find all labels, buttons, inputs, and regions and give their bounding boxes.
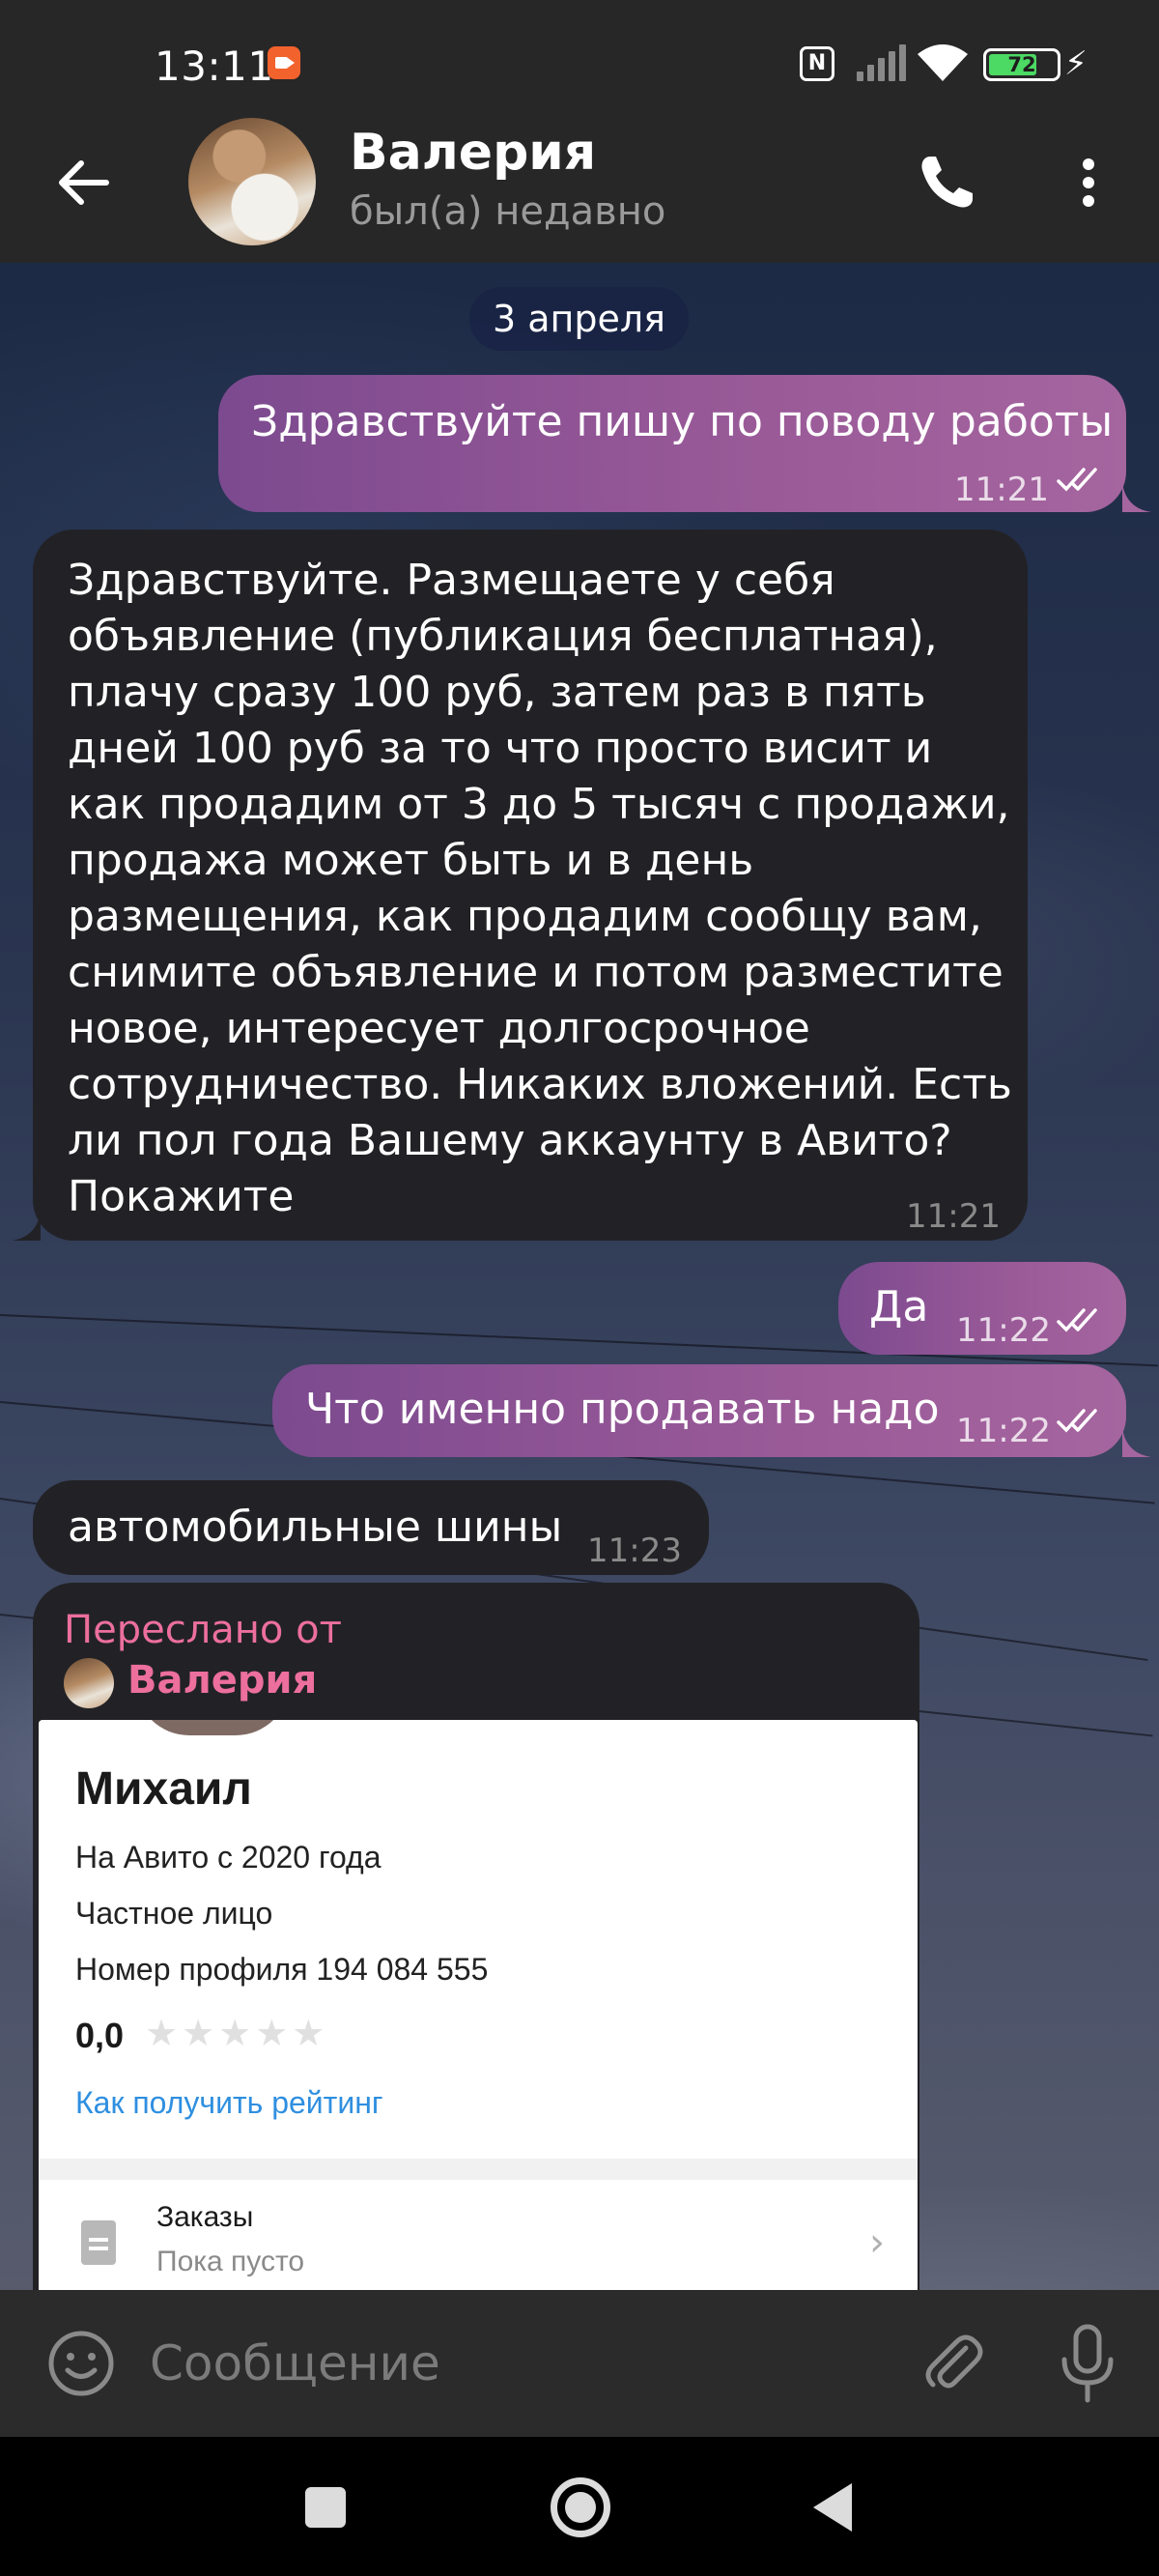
attach-icon[interactable] [918,2327,989,2398]
profile-photo [135,1720,290,1735]
message-bubble-incoming[interactable]: Здравствуйте. Размещаете у себя объявлен… [33,530,1028,1241]
battery-icon: 72 [983,48,1060,81]
nfc-icon: N [800,46,834,81]
forwarded-avatar [64,1658,114,1708]
message-time: 11:22 [956,1311,1051,1350]
system-nav-bar [0,2437,1159,2576]
message-bubble-outgoing[interactable]: Да 11:22 [838,1262,1126,1355]
message-bubble-outgoing[interactable]: Здравствуйте пишу по поводу работы 11:21 [218,375,1126,512]
rating-link: Как получить рейтинг [75,2085,383,2120]
bubble-tail [1122,483,1151,512]
profile-since: На Авито с 2020 года [75,1840,382,1875]
profile-type: Частное лицо [75,1896,273,1931]
signal-icon [855,44,906,81]
message-time: 11:21 [954,471,1049,509]
screen-record-icon [268,46,300,79]
message-text: Здравствуйте пишу по поводу работы [251,397,1114,446]
forwarded-screenshot[interactable]: Михаил На Авито с 2020 года Частное лицо… [39,1720,918,2290]
forwarded-from[interactable]: Валерия [127,1658,317,1703]
double-check-icon [1057,468,1097,492]
back-arrow-icon[interactable] [50,149,118,216]
message-text: Да [869,1282,929,1331]
charging-icon: ⚡ [1064,44,1088,83]
message-bubble-outgoing[interactable]: Что именно продавать надо 11:22 [272,1364,1126,1457]
message-time: 11:22 [956,1412,1051,1450]
profile-rating: 0,0 [75,2016,125,2055]
message-text: Здравствуйте. Размещаете у себя объявлен… [68,556,1012,1221]
profile-name: Михаил [75,1763,252,1815]
rating-stars-icon: ★★★★★ [145,2012,329,2054]
message-time: 11:23 [587,1531,682,1570]
emoji-icon[interactable] [46,2329,116,2398]
message-input-bar [0,2290,1159,2437]
profile-number: Номер профиля 194 084 555 [75,1952,489,1987]
bubble-tail [12,1212,41,1241]
status-time: 13:11 [155,43,274,90]
home-icon[interactable] [551,2477,610,2537]
chevron-right-icon: › [869,2220,885,2265]
double-check-icon [1057,1308,1097,1332]
phone-icon[interactable] [913,149,980,216]
battery-percent: 72 [1007,53,1036,76]
message-bubble-incoming[interactable]: автомобильные шины 11:23 [33,1480,709,1575]
orders-status: Пока пусто [156,2246,305,2277]
message-input[interactable] [150,2325,884,2402]
divider [39,2159,918,2180]
back-triangle-icon[interactable] [813,2483,852,2532]
date-separator: 3 апреля [469,287,690,351]
message-time: 11:21 [906,1197,1001,1236]
forwarded-label: Переслано от [64,1608,342,1652]
recents-icon[interactable] [305,2487,346,2528]
chat-header: Валерия был(а) недавно [0,106,1159,263]
more-vertical-icon[interactable] [1072,149,1105,216]
forwarded-message[interactable]: Переслано от Валерия Михаил На Авито с 2… [33,1583,919,2290]
microphone-icon[interactable] [1057,2323,1118,2404]
contact-status: был(а) недавно [350,189,666,234]
contact-name[interactable]: Валерия [350,124,596,182]
bubble-tail [1122,1428,1151,1457]
document-icon [81,2220,116,2265]
orders-title: Заказы [156,2201,254,2233]
double-check-icon [1057,1409,1097,1433]
message-text: автомобильные шины [68,1503,563,1552]
wifi-icon [918,44,968,81]
message-text: Что именно продавать надо [305,1385,940,1434]
avatar[interactable] [188,118,316,245]
